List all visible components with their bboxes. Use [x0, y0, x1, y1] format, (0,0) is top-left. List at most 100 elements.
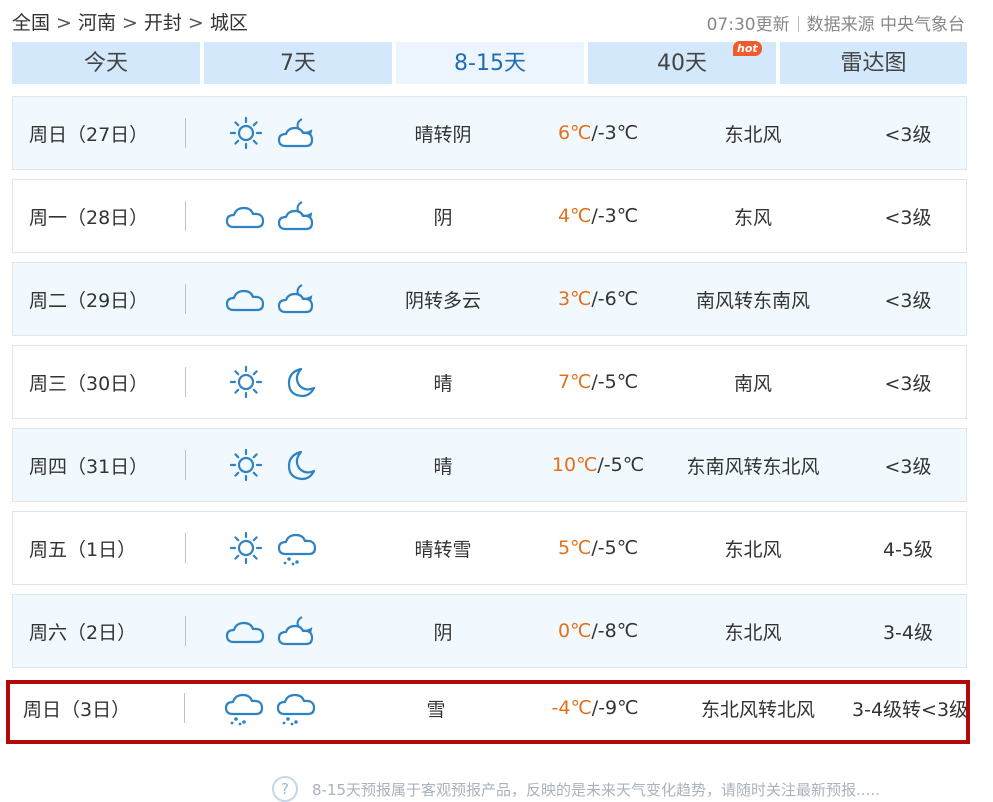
temp-low: /-5℃	[591, 537, 639, 559]
forecast-row: 周三（30日） 晴 7℃/-5℃ 南风 <3级	[12, 345, 967, 419]
wind-level: <3级	[884, 372, 932, 395]
temp-high: 7℃	[557, 371, 592, 393]
temp-low: /-5℃	[597, 454, 645, 476]
wind-direction: 南风转东南风	[695, 289, 810, 312]
tab-today[interactable]: 今天	[12, 42, 200, 84]
breadcrumb-city[interactable]: 开封	[144, 12, 182, 34]
wind-direction: 东北风	[724, 538, 782, 561]
forecast-row: 周五（1日） 晴转雪 5℃/-5℃ 东北风 4-5级	[12, 511, 967, 585]
divider	[185, 97, 186, 169]
day-date: 周六（2日）	[29, 621, 137, 644]
day-date: 周日（27日）	[29, 123, 149, 146]
temp-low: /-8℃	[591, 620, 639, 642]
forecast-row: 周日（27日） 晴转阴 6℃/-3℃ 东北风 <3级	[12, 96, 967, 170]
forecast-disclaimer: ? 8-15天预报属于客观预报产品，反映的是未来天气变化趋势，请随时关注最新预报…	[272, 776, 880, 802]
cloud-icon	[225, 281, 267, 317]
cloud-moon-icon	[277, 613, 319, 649]
moon-icon	[277, 364, 319, 400]
forecast-tabs: 今天 7天 8-15天 40天 hot 雷达图	[12, 41, 967, 84]
temp-high: 5℃	[557, 537, 592, 559]
disclaimer-text: 8-15天预报属于客观预报产品，反映的是未来天气变化趋势，请随时关注最新预报..…	[312, 780, 880, 799]
sun-icon	[225, 364, 267, 400]
snow-cloud-icon	[224, 690, 266, 726]
sun-icon	[225, 530, 267, 566]
snow-cloud-icon	[277, 530, 319, 566]
day-date: 周二（29日）	[29, 289, 149, 312]
divider	[185, 512, 186, 584]
temp-low: /-3℃	[591, 122, 639, 144]
breadcrumb-province[interactable]: 河南	[78, 12, 116, 34]
temp-low: /-6℃	[591, 288, 639, 310]
snow-cloud-icon	[276, 690, 318, 726]
wind-level: <3级	[884, 123, 932, 146]
divider	[185, 180, 186, 252]
temp-high: -4℃	[551, 697, 592, 719]
temp-low: /-9℃	[591, 697, 639, 719]
divider	[185, 263, 186, 335]
tab-radar[interactable]: 雷达图	[780, 42, 967, 84]
forecast-row: 周一（28日） 阴 4℃/-3℃ 东风 <3级	[12, 179, 967, 253]
cloud-icon	[225, 613, 267, 649]
cloud-moon-icon	[277, 115, 319, 151]
wind-direction: 东北风	[724, 123, 782, 146]
wind-level: <3级	[884, 206, 932, 229]
sun-icon	[225, 115, 267, 151]
cloud-icon	[225, 198, 267, 234]
breadcrumb: 全国 > 河南 > 开封 > 城区	[12, 8, 248, 35]
breadcrumb-separator: >	[187, 12, 204, 34]
tab-40-days[interactable]: 40天 hot	[588, 41, 776, 84]
temperature: -4℃/-9℃	[510, 680, 680, 736]
forecast-row: 周四（31日） 晴 10℃/-5℃ 东南风转东北风 <3级	[12, 428, 967, 502]
tab-label: 7天	[280, 51, 316, 76]
tab-label: 雷达图	[840, 51, 907, 76]
moon-icon	[277, 447, 319, 483]
question-icon[interactable]: ?	[272, 776, 298, 802]
tab-label: 今天	[83, 51, 128, 76]
divider	[185, 429, 186, 501]
data-source: 数据来源 中央气象台	[806, 15, 965, 35]
breadcrumb-separator: >	[121, 12, 138, 34]
hot-badge: hot	[733, 41, 762, 56]
wind-direction: 东北风	[724, 621, 782, 644]
partly-cloudy-night-icon	[277, 281, 319, 317]
sun-icon	[225, 447, 267, 483]
breadcrumb-separator: >	[56, 12, 72, 34]
wind-direction: 东北风转北风	[700, 698, 815, 721]
wind-direction: 东南风转东北风	[686, 455, 820, 478]
temp-high: 10℃	[551, 454, 598, 476]
update-info: 07:30更新 数据来源 中央气象台	[707, 10, 965, 35]
weather-desc: 雪	[426, 698, 446, 721]
divider	[184, 680, 185, 736]
tab-8-15-days[interactable]: 8-15天	[396, 42, 584, 84]
wind-level: 3-4级转<3级	[852, 698, 969, 721]
breadcrumb-district[interactable]: 城区	[210, 12, 248, 34]
divider	[185, 595, 186, 667]
divider	[797, 16, 799, 32]
tab-label: 40天	[657, 51, 707, 76]
wind-level: <3级	[884, 289, 932, 312]
day-date: 周三（30日）	[29, 372, 149, 395]
day-date: 周五（1日）	[29, 538, 137, 561]
temp-low: /-3℃	[591, 205, 639, 227]
day-date: 周一（28日）	[29, 206, 149, 229]
temp-low: /-5℃	[591, 371, 639, 393]
tab-7-days[interactable]: 7天	[204, 42, 392, 84]
temp-high: 4℃	[557, 205, 592, 227]
tab-label: 8-15天	[454, 51, 526, 76]
wind-direction: 南风	[733, 372, 772, 395]
day-date: 周四（31日）	[29, 455, 149, 478]
temp-high: 0℃	[557, 620, 592, 642]
cloud-moon-icon	[277, 198, 319, 234]
breadcrumb-country[interactable]: 全国	[12, 12, 50, 34]
forecast-row-highlighted: 周日（3日） 雪 -4℃/-9℃ 东北风转北风 3-4级转<3级	[6, 680, 970, 744]
divider	[185, 346, 186, 418]
update-time: 07:30更新	[706, 15, 790, 35]
forecast-row: 周六（2日） 阴 0℃/-8℃ 东北风 3-4级	[12, 594, 967, 668]
wind-level: 4-5级	[882, 538, 934, 561]
temp-high: 6℃	[557, 122, 592, 144]
day-date: 周日（3日）	[23, 698, 131, 721]
forecast-row: 周二（29日） 阴转多云 3℃/-6℃ 南风转东南风 <3级	[12, 262, 967, 336]
wind-level: <3级	[884, 455, 932, 478]
wind-level: 3-4级	[882, 621, 934, 644]
wind-direction: 东风	[733, 206, 772, 229]
